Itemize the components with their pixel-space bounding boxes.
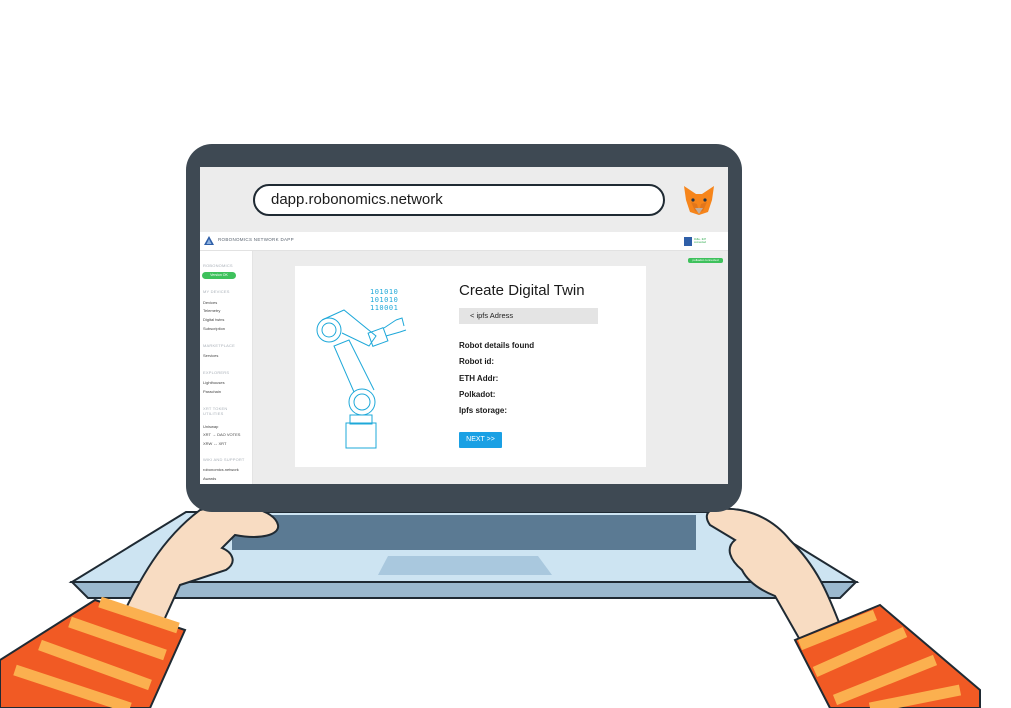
sidebar-item[interactable]: Telemetry <box>203 308 220 313</box>
sidebar-item[interactable]: robonomics.network <box>203 467 239 472</box>
sidebar-item[interactable]: XRW ↔ XRT <box>203 441 226 446</box>
connection-badge: polkadot connected <box>688 258 723 263</box>
wallet-label: 0x6a...9d7 connected <box>694 238 707 244</box>
robot-id-label: Robot id: <box>459 357 495 366</box>
binary-line: 110001 <box>370 304 399 312</box>
binary-line: 101010 <box>370 296 399 304</box>
sidebar-section-heading: ROBONOMICS <box>203 263 233 268</box>
ipfs-address-input[interactable]: < ipfs Adress <box>459 308 598 324</box>
sidebar-item[interactable]: Parachain <box>203 389 221 394</box>
sidebar-item[interactable]: Subscription <box>203 326 225 331</box>
robot-arm-illustration <box>316 309 407 449</box>
wallet-indicator[interactable]: 0x6a...9d7 connected <box>684 237 712 246</box>
sidebar-item[interactable]: XRT → DAO VOTES <box>203 432 240 437</box>
sidebar-section-heading: MY DEVICES <box>203 289 230 294</box>
version-status-button[interactable]: Version OK <box>202 272 236 279</box>
sidebar-section-heading: MARKETPLACE <box>203 343 235 348</box>
app-title: ROBONOMICS NETWORK DAPP <box>218 237 294 242</box>
sidebar-item[interactable]: Uniswap <box>203 424 218 429</box>
robonomics-logo-icon <box>204 236 214 245</box>
sidebar-item[interactable]: Digital twins <box>203 317 224 322</box>
sidebar-item[interactable]: Lighthouses <box>203 380 225 385</box>
card-title: Create Digital Twin <box>459 282 585 299</box>
sidebar-item[interactable]: Services <box>203 353 218 358</box>
polkadot-label: Polkadot: <box>459 390 496 399</box>
binary-code-text: 101010 101010 110001 <box>370 288 398 312</box>
metamask-fox-icon[interactable] <box>682 184 716 216</box>
sidebar-section-heading: EXPLORERS <box>203 370 230 375</box>
sidebar-item[interactable]: Awards <box>203 476 216 481</box>
binary-line: 101010 <box>370 288 399 296</box>
sidebar-item[interactable]: Devices <box>203 300 217 305</box>
wallet-avatar-icon <box>684 237 692 246</box>
address-bar[interactable]: dapp.robonomics.network <box>253 184 665 216</box>
sidebar <box>200 251 253 484</box>
sidebar-section-heading: XRT TOKEN UTILITIES <box>203 406 228 416</box>
sidebar-section-heading: WIKI AND SUPPORT <box>203 457 245 462</box>
next-button[interactable]: NEXT >> <box>459 432 502 448</box>
ipfs-storage-label: Ipfs storage: <box>459 406 508 415</box>
robot-details-status: Robot details found <box>459 341 535 350</box>
eth-addr-label: ETH Addr: <box>459 374 499 383</box>
